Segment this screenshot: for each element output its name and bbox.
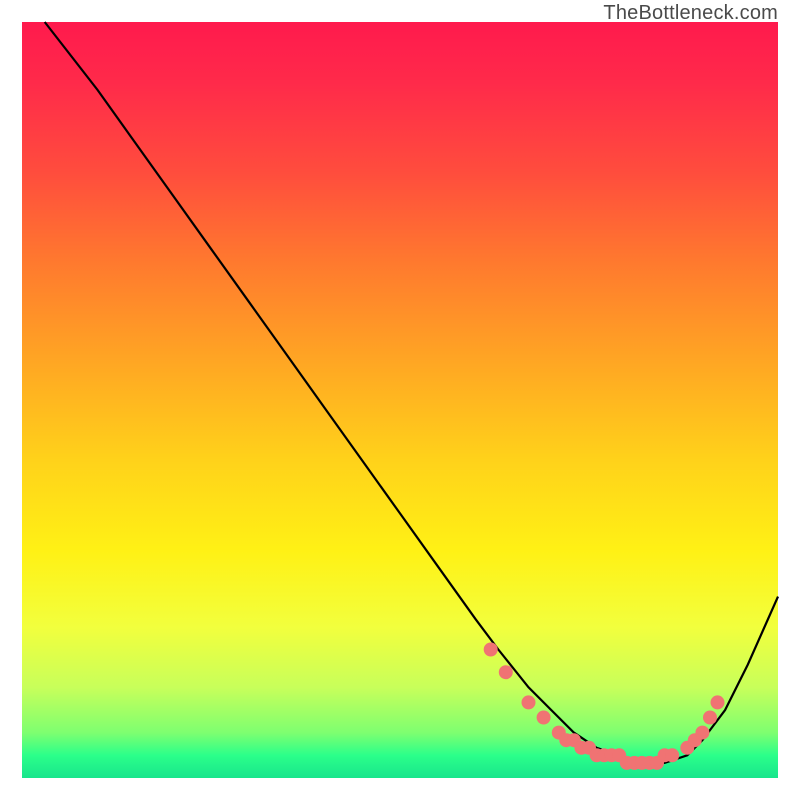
watermark-text: TheBottleneck.com (603, 2, 778, 25)
chart-stage: TheBottleneck.com (0, 0, 800, 800)
chart-gradient-background (22, 22, 778, 778)
